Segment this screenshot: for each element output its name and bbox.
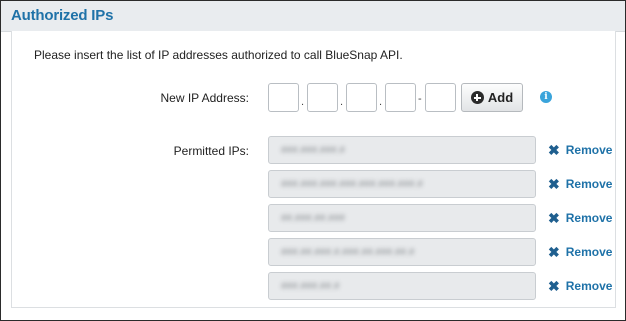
remove-ip-button[interactable]: ✖ Remove bbox=[548, 245, 612, 259]
panel-header: Authorized IPs bbox=[1, 1, 625, 32]
info-icon[interactable]: i bbox=[540, 91, 552, 103]
remove-ip-button[interactable]: ✖ Remove bbox=[548, 143, 612, 157]
panel-title: Authorized IPs bbox=[11, 7, 114, 24]
remove-label: Remove bbox=[565, 245, 613, 259]
remove-x-icon: ✖ bbox=[548, 244, 560, 260]
remove-label: Remove bbox=[565, 143, 613, 157]
intro-text: Please insert the list of IP addresses a… bbox=[34, 48, 403, 62]
ip-octet-2-input[interactable] bbox=[307, 83, 338, 112]
ip-range-end-input[interactable] bbox=[425, 83, 456, 112]
permitted-ip-value: ###.##.###.#.###.##.###.##.# bbox=[281, 247, 415, 258]
permitted-ip-value: ###.###.##.# bbox=[281, 281, 340, 292]
remove-x-icon: ✖ bbox=[548, 210, 560, 226]
remove-label: Remove bbox=[565, 279, 613, 293]
ip-range-separator: - bbox=[418, 93, 422, 105]
permitted-ip-value: ###.###.###.# bbox=[281, 145, 345, 156]
ip-separator-2: . bbox=[340, 96, 344, 108]
ip-separator-1: . bbox=[301, 96, 305, 108]
remove-ip-button[interactable]: ✖ Remove bbox=[548, 177, 612, 191]
permitted-ip-row: ##.###.##.### bbox=[268, 204, 536, 232]
ip-octet-4-input[interactable] bbox=[385, 83, 416, 112]
add-button-label: Add bbox=[487, 90, 514, 105]
permitted-ip-value: ##.###.##.### bbox=[281, 213, 345, 224]
ip-octet-3-input[interactable] bbox=[346, 83, 377, 112]
permitted-ip-row: ###.###.##.# bbox=[268, 272, 536, 300]
ip-octet-1-input[interactable] bbox=[268, 83, 299, 112]
remove-x-icon: ✖ bbox=[548, 176, 560, 192]
permitted-ip-value: ###.###.###.###.###.###.###.# bbox=[281, 179, 423, 190]
add-ip-button[interactable]: Add bbox=[461, 83, 523, 112]
remove-x-icon: ✖ bbox=[548, 142, 560, 158]
permitted-ip-row: ###.###.###.# bbox=[268, 136, 536, 164]
new-ip-label: New IP Address: bbox=[160, 91, 250, 105]
remove-label: Remove bbox=[565, 177, 613, 191]
permitted-ip-row: ###.###.###.###.###.###.###.# bbox=[268, 170, 536, 198]
plus-circle-icon bbox=[470, 91, 484, 104]
remove-ip-button[interactable]: ✖ Remove bbox=[548, 211, 612, 225]
remove-x-icon: ✖ bbox=[548, 278, 560, 294]
remove-label: Remove bbox=[565, 211, 613, 225]
ip-separator-3: . bbox=[379, 96, 383, 108]
permitted-ip-row: ###.##.###.#.###.##.###.##.# bbox=[268, 238, 536, 266]
permitted-ips-label: Permitted IPs: bbox=[173, 144, 249, 158]
remove-ip-button[interactable]: ✖ Remove bbox=[548, 279, 612, 293]
